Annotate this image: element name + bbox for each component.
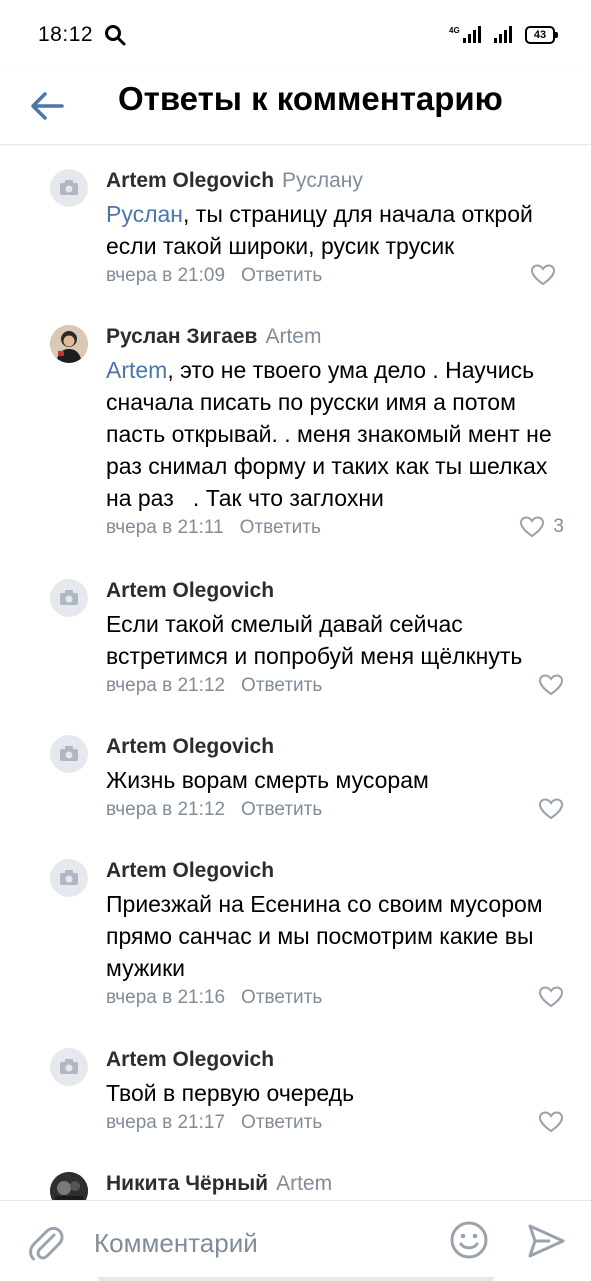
svg-text:4G: 4G (449, 26, 460, 35)
comment-meta: вчера в 21:12 Ответить (106, 799, 322, 821)
camera-icon (60, 870, 78, 885)
avatar[interactable] (50, 325, 88, 363)
send-icon[interactable] (526, 1221, 566, 1261)
comments-list: Artem Olegovich Руслану Руслан, ты страни… (0, 145, 591, 1200)
comment-meta: вчера в 21:16 Ответить (106, 987, 322, 1009)
author-name[interactable]: Никита Чёрный (106, 1172, 268, 1195)
avatar[interactable] (50, 1048, 88, 1086)
comment-text: Приезжай на Есенина со своим мусором пря… (106, 891, 549, 981)
like-button[interactable] (538, 797, 564, 821)
reply-to[interactable]: Руслану (282, 169, 363, 192)
author-name[interactable]: Artem Olegovich (106, 1048, 274, 1071)
author-line: Artem Olegovich (106, 1048, 274, 1072)
status-bar: 18:12 4G 43 (0, 0, 591, 72)
author-line: Руслан Зигаев Artem (106, 325, 321, 349)
reply-to[interactable]: Artem (265, 325, 321, 348)
signal-4g-icon: 4G (449, 25, 483, 45)
author-line: Artem Olegovich (106, 579, 274, 603)
reply-button[interactable]: Ответить (241, 1112, 322, 1133)
comment-meta: вчера в 21:09 Ответить (106, 265, 322, 287)
heart-icon (538, 986, 564, 1008)
avatar[interactable] (50, 1172, 88, 1200)
author-name[interactable]: Artem Olegovich (106, 169, 274, 192)
comment-time: вчера в 21:17 (106, 1112, 226, 1133)
heart-icon (530, 264, 556, 286)
search-icon (104, 24, 126, 46)
comment-text: Твой в первую очередь (106, 1080, 355, 1106)
mention-link[interactable]: Руслан (106, 201, 183, 227)
user-photo-icon (50, 1172, 88, 1200)
battery-icon: 43 (525, 26, 558, 44)
reply-button[interactable]: Ответить (241, 675, 322, 696)
comment-text: Руслан, ты страницу для начала открой ес… (106, 198, 576, 262)
author-name[interactable]: Artem Olegovich (106, 735, 274, 758)
emoji-icon[interactable] (448, 1219, 490, 1261)
avatar[interactable] (50, 735, 88, 773)
comment-input[interactable] (94, 1221, 434, 1265)
avatar[interactable] (50, 169, 88, 207)
avatar[interactable] (50, 579, 88, 617)
reply-button[interactable]: Ответить (241, 987, 322, 1008)
author-line: Artem Olegovich Руслану (106, 169, 363, 193)
like-button[interactable] (538, 985, 564, 1009)
camera-icon (60, 746, 78, 761)
comment-time: вчера в 21:09 (106, 265, 226, 286)
reply-button[interactable]: Ответить (240, 517, 321, 538)
status-time: 18:12 (38, 23, 94, 46)
comment-time: вчера в 21:12 (106, 675, 226, 696)
comment-meta: вчера в 21:12 Ответить (106, 675, 322, 697)
author-line: Никита Чёрный Artem (106, 1172, 332, 1196)
avatar[interactable] (50, 859, 88, 897)
comment-text: Жизнь ворам смерть мусорам (106, 767, 429, 793)
status-indicators: 4G 43 (449, 22, 558, 48)
back-arrow-icon[interactable] (26, 84, 70, 128)
comment-composer (0, 1200, 591, 1281)
page-title: Ответы к комментарию (118, 80, 503, 117)
author-line: Artem Olegovich (106, 735, 274, 759)
reply-button[interactable]: Ответить (241, 799, 322, 820)
like-button[interactable] (538, 673, 564, 697)
comment-meta: вчера в 21:17 Ответить (106, 1112, 322, 1134)
comment-time: вчера в 21:11 (106, 517, 224, 538)
comment-time: вчера в 21:12 (106, 799, 226, 820)
user-photo-icon (50, 325, 88, 363)
comment-text: Если такой смелый давай сейчас встретимс… (106, 611, 523, 669)
signal-icon (493, 25, 515, 45)
author-name[interactable]: Artem Olegovich (106, 579, 274, 602)
camera-icon (60, 1059, 78, 1074)
reply-to[interactable]: Artem (276, 1172, 332, 1195)
heart-icon (538, 1111, 564, 1133)
like-button[interactable] (530, 263, 564, 287)
author-name[interactable]: Artem Olegovich (106, 859, 274, 882)
comment-meta: вчера в 21:11 Ответить (106, 517, 321, 539)
heart-icon (538, 798, 564, 820)
attach-icon[interactable] (26, 1221, 66, 1265)
camera-icon (60, 590, 78, 605)
author-line: Artem Olegovich (106, 859, 274, 883)
like-button[interactable] (538, 1110, 564, 1134)
heart-icon (520, 516, 545, 538)
author-name[interactable]: Руслан Зигаев (106, 325, 257, 348)
header: Ответы к комментарию (0, 72, 591, 145)
heart-icon (538, 674, 564, 696)
like-button[interactable]: 3 (519, 515, 564, 539)
reply-button[interactable]: Ответить (241, 265, 322, 286)
camera-icon (60, 180, 78, 195)
comment-time: вчера в 21:16 (106, 987, 226, 1008)
comment-text: Artem, это не твоего ума дело . Научись … (106, 354, 576, 514)
home-indicator (98, 1277, 494, 1281)
comment-body: , это не твоего ума дело . Научись снача… (106, 357, 559, 511)
like-count: 3 (553, 516, 564, 537)
mention-link[interactable]: Artem (106, 357, 167, 383)
